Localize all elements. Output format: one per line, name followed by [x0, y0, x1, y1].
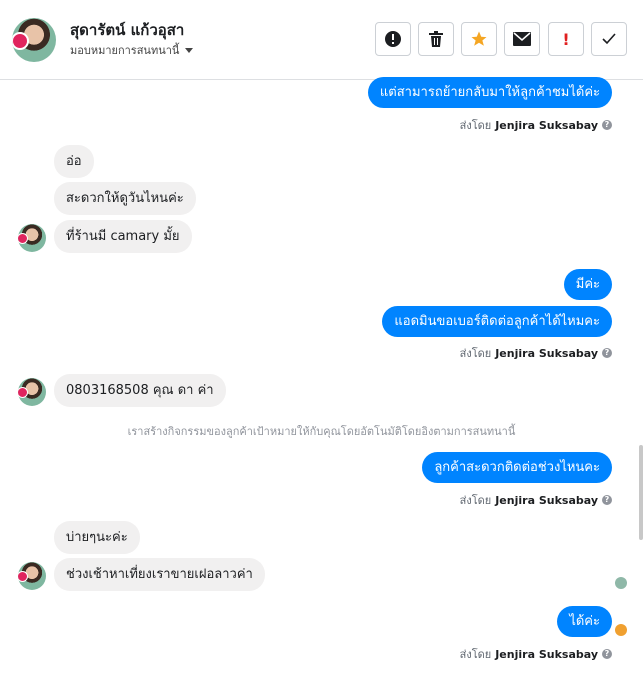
- contact-avatar[interactable]: [12, 18, 56, 62]
- message-thread[interactable]: แต่สามารถย้ายกลับมาให้ลูกค้าชมได้ค่ะ ส่ง…: [0, 77, 643, 690]
- assign-label: มอบหมายการสนทนานี้: [70, 44, 180, 57]
- contact-name[interactable]: สุดารัตน์ แก้วอุสา: [70, 18, 184, 42]
- reaction-emoji-icon: [615, 624, 627, 636]
- system-notice: เราสร้างกิจกรรมของลูกค้าเป้าหมายให้กับคุ…: [127, 425, 516, 438]
- read-receipt-avatar: [615, 577, 627, 589]
- contact-avatar-small: [18, 224, 46, 252]
- help-icon[interactable]: ?: [602, 495, 612, 505]
- incoming-message[interactable]: ช่วงเช้าหาเที่ยงเราขายเฝอลาวค่า: [54, 558, 265, 591]
- sent-by-label: ส่งโดย Jenjira Suksabay?: [460, 645, 612, 663]
- outgoing-message[interactable]: ได้ค่ะ: [557, 606, 612, 637]
- contact-avatar-small: [18, 562, 46, 590]
- outgoing-message[interactable]: แต่สามารถย้ายกลับมาให้ลูกค้าชมได้ค่ะ: [367, 77, 612, 108]
- sent-by-label: ส่งโดย Jenjira Suksabay?: [460, 491, 612, 509]
- help-icon[interactable]: ?: [602, 348, 612, 358]
- star-icon: [471, 31, 487, 46]
- check-icon: [602, 33, 616, 45]
- envelope-icon: [513, 32, 531, 46]
- incoming-message[interactable]: สะดวกให้ดูวันไหนค่ะ: [54, 182, 196, 215]
- incoming-message[interactable]: ที่ร้านมี camary มั้ย: [54, 220, 192, 253]
- help-icon[interactable]: ?: [602, 120, 612, 130]
- sent-by-label: ส่งโดย Jenjira Suksabay?: [460, 116, 612, 134]
- star-button[interactable]: [461, 22, 497, 56]
- important-button[interactable]: !: [548, 22, 584, 56]
- help-icon[interactable]: ?: [602, 649, 612, 659]
- incoming-message[interactable]: บ่ายๆนะค่ะ: [54, 521, 140, 554]
- outgoing-message[interactable]: ลูกค้าสะดวกติดต่อช่วงไหนคะ: [422, 452, 612, 483]
- info-icon: [385, 31, 401, 47]
- delete-button[interactable]: [418, 22, 454, 56]
- exclamation-icon: !: [562, 29, 570, 49]
- messenger-badge-icon: [12, 32, 29, 50]
- trash-icon: [429, 31, 443, 47]
- info-button[interactable]: [375, 22, 411, 56]
- sent-by-label: ส่งโดย Jenjira Suksabay?: [460, 344, 612, 362]
- mark-done-button[interactable]: [591, 22, 627, 56]
- scrollbar[interactable]: [639, 445, 643, 540]
- outgoing-message[interactable]: แอดมินขอเบอร์ติดต่อลูกค้าได้ไหมคะ: [382, 306, 612, 337]
- incoming-message[interactable]: 0803168508 คุณ ดา ค่า: [54, 374, 226, 407]
- assign-conversation-dropdown[interactable]: มอบหมายการสนทนานี้: [70, 41, 194, 59]
- caret-down-icon: [185, 47, 194, 53]
- outgoing-message[interactable]: มีค่ะ: [563, 269, 612, 300]
- contact-avatar-small: [18, 378, 46, 406]
- conversation-header: สุดารัตน์ แก้วอุสา มอบหมายการสนทนานี้ !: [0, 0, 643, 80]
- incoming-message[interactable]: อ่อ: [54, 145, 94, 178]
- mark-unread-button[interactable]: [504, 22, 540, 56]
